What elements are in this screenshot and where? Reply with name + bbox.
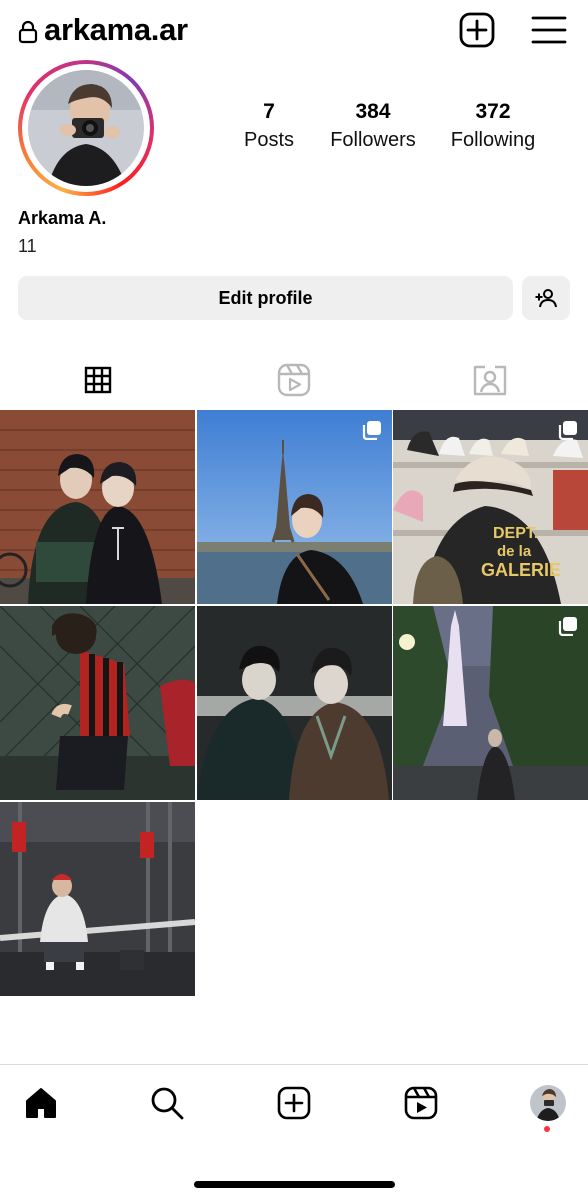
edit-profile-label: Edit profile xyxy=(218,287,313,308)
post-thumbnail[interactable] xyxy=(197,410,392,604)
add-person-icon xyxy=(535,289,557,308)
full-name: Arkama A. xyxy=(18,208,107,228)
create-icon xyxy=(277,1086,311,1120)
post-thumbnail[interactable]: DEPT. de la GALERIE xyxy=(393,410,588,604)
multiple-photos-icon xyxy=(558,421,577,440)
bottom-nav-divider xyxy=(0,1064,588,1065)
reels-icon xyxy=(277,363,311,397)
tab-reels[interactable] xyxy=(196,356,392,404)
nav-search[interactable] xyxy=(137,1078,197,1128)
profile-username[interactable]: arkama.ar xyxy=(44,10,188,50)
post-thumbnail[interactable] xyxy=(393,606,588,800)
posts-count: 7 Posts xyxy=(243,100,295,151)
plus-square-icon[interactable] xyxy=(458,11,496,49)
lock-icon xyxy=(18,20,38,44)
nav-reels[interactable] xyxy=(391,1078,451,1128)
multiple-photos-icon xyxy=(558,617,577,636)
post-thumbnail[interactable] xyxy=(0,802,195,996)
reels-icon xyxy=(404,1086,438,1120)
grid-icon xyxy=(84,366,112,394)
followers-count[interactable]: 384 Followers xyxy=(313,98,433,154)
multiple-photos-icon xyxy=(362,421,381,440)
post-thumbnail[interactable] xyxy=(0,606,195,800)
home-indicator xyxy=(194,1181,395,1188)
tagged-icon xyxy=(473,365,507,396)
nav-profile[interactable] xyxy=(518,1078,578,1128)
notification-dot xyxy=(544,1126,550,1132)
tab-posts-grid[interactable] xyxy=(0,356,196,404)
shirt-text-line3: GALERIE xyxy=(481,560,561,580)
story-ring[interactable] xyxy=(18,60,154,196)
home-icon xyxy=(26,1088,56,1118)
post-thumbnail[interactable] xyxy=(0,410,195,604)
nav-home[interactable] xyxy=(11,1078,71,1128)
search-icon xyxy=(151,1087,184,1120)
shirt-text-line1: DEPT. xyxy=(493,525,538,542)
following-count[interactable]: 372 Following xyxy=(433,98,553,154)
tab-tagged[interactable] xyxy=(392,356,588,404)
hamburger-menu-icon[interactable] xyxy=(530,13,568,47)
edit-profile-button[interactable]: Edit profile xyxy=(18,276,513,320)
post-thumbnail[interactable] xyxy=(197,606,392,800)
shirt-text-line2: de la xyxy=(497,543,532,560)
profile-icon xyxy=(530,1085,566,1121)
profile-avatar[interactable] xyxy=(28,70,144,186)
discover-people-button[interactable] xyxy=(522,276,570,320)
nav-create[interactable] xyxy=(264,1078,324,1128)
bio-text: 11 xyxy=(18,236,37,256)
